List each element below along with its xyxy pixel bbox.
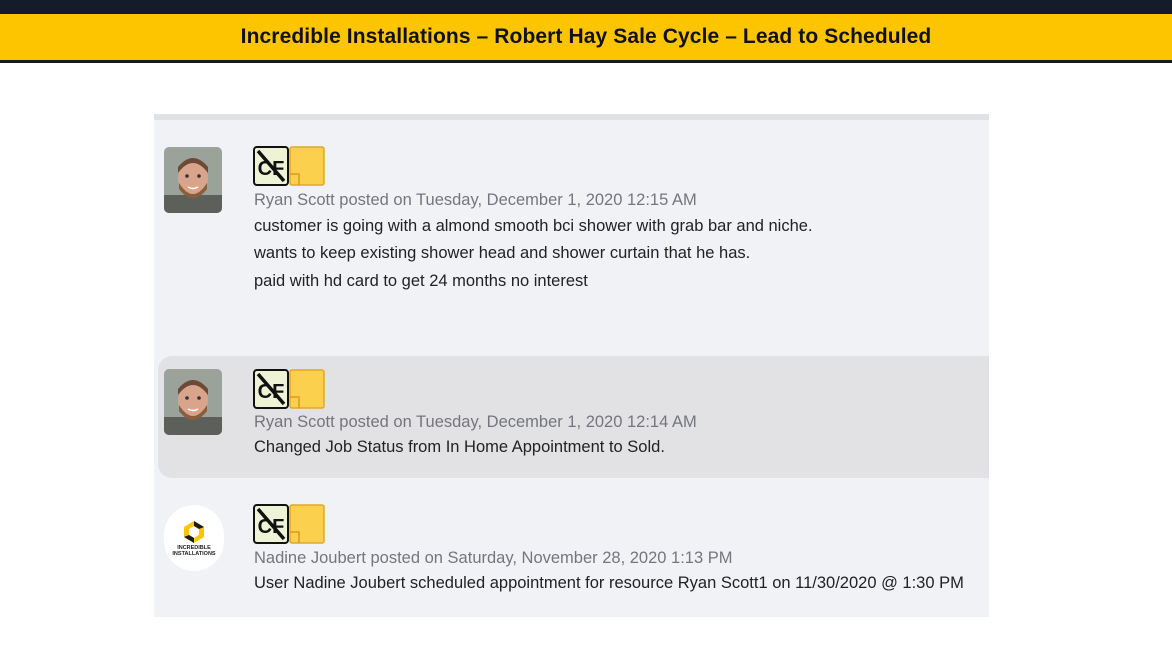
sticky-note-icon[interactable] bbox=[289, 146, 325, 186]
logo-wordmark: INCREDIBLE INSTALLATIONS bbox=[172, 545, 215, 557]
post-meta: Nadine Joubert posted on Saturday, Novem… bbox=[254, 549, 733, 567]
post-text-line: wants to keep existing shower head and s… bbox=[254, 244, 751, 262]
company-logo-avatar: INCREDIBLE INSTALLATIONS bbox=[164, 505, 224, 571]
post-action-icons: CF bbox=[253, 369, 325, 409]
feed-post: INCREDIBLE INSTALLATIONS CF Nadine Joube… bbox=[154, 492, 989, 617]
post-meta: Ryan Scott posted on Tuesday, December 1… bbox=[254, 413, 697, 431]
post-text-line: Changed Job Status from In Home Appointm… bbox=[254, 438, 665, 456]
post-text-line: customer is going with a almond smooth b… bbox=[254, 217, 813, 235]
post-meta: Ryan Scott posted on Tuesday, December 1… bbox=[254, 191, 697, 209]
no-cf-icon[interactable]: CF bbox=[253, 504, 289, 544]
incredible-installations-logo-icon bbox=[184, 521, 204, 543]
feed-post: CF Ryan Scott posted on Tuesday, Decembe… bbox=[154, 132, 989, 357]
logo-text-line: INSTALLATIONS bbox=[172, 551, 216, 557]
activity-feed: CF Ryan Scott posted on Tuesday, Decembe… bbox=[154, 114, 989, 617]
sticky-note-icon[interactable] bbox=[289, 504, 325, 544]
top-dark-bar bbox=[0, 0, 1172, 14]
banner-title: Incredible Installations – Robert Hay Sa… bbox=[240, 25, 932, 48]
title-banner: Incredible Installations – Robert Hay Sa… bbox=[0, 14, 1172, 63]
post-action-icons: CF bbox=[253, 146, 325, 186]
post-text-line: paid with hd card to get 24 months no in… bbox=[254, 272, 588, 290]
feed-top-divider bbox=[154, 114, 989, 120]
post-action-icons: CF bbox=[253, 504, 325, 544]
feed-post-highlighted: CF Ryan Scott posted on Tuesday, Decembe… bbox=[158, 356, 989, 478]
no-cf-icon[interactable]: CF bbox=[253, 369, 289, 409]
user-photo-avatar bbox=[164, 369, 222, 435]
post-text-line: User Nadine Joubert scheduled appointmen… bbox=[254, 574, 964, 592]
user-photo-avatar bbox=[164, 147, 222, 213]
no-cf-icon[interactable]: CF bbox=[253, 146, 289, 186]
sticky-note-icon[interactable] bbox=[289, 369, 325, 409]
